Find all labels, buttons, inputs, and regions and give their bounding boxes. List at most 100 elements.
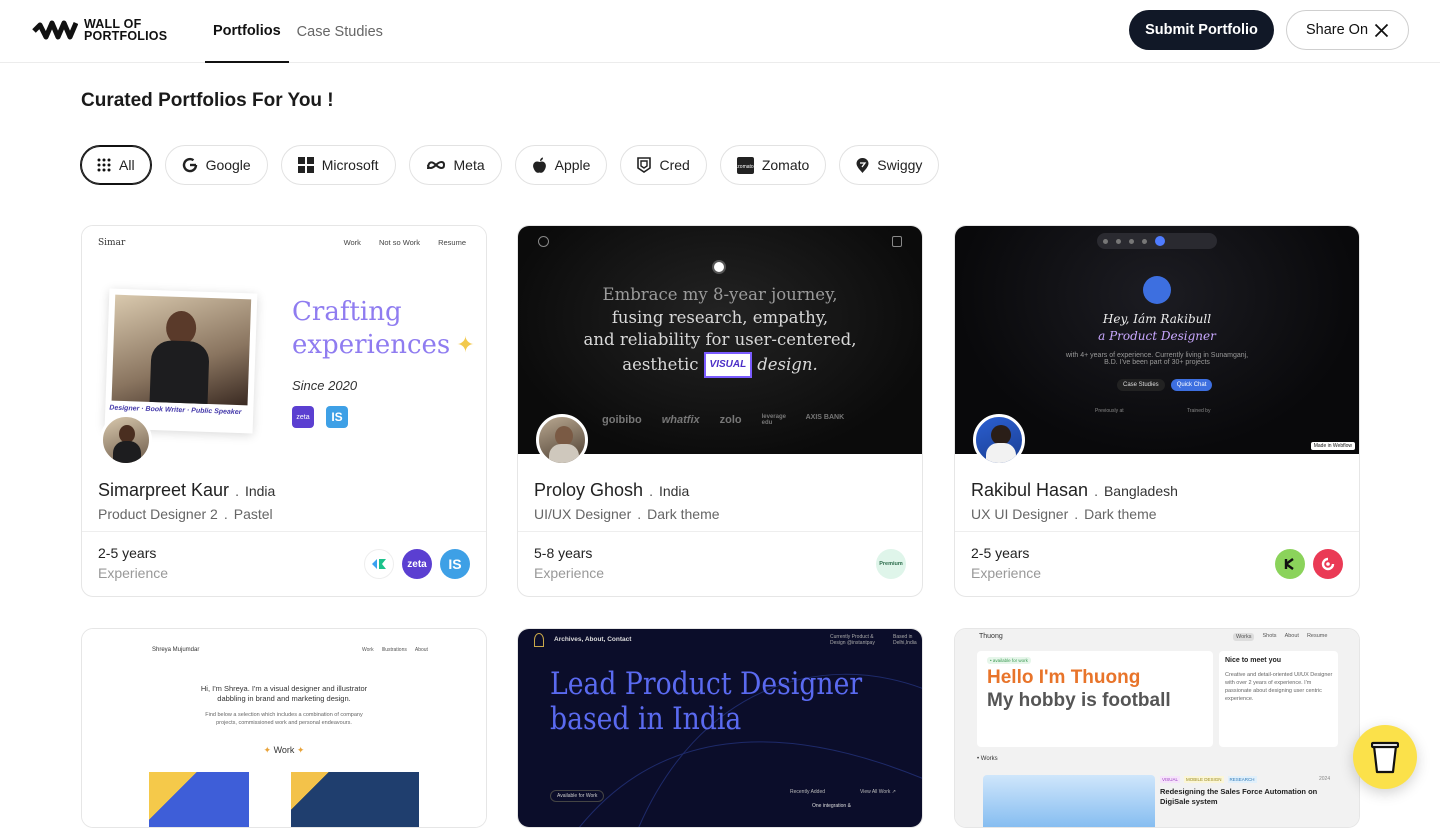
portfolio-card[interactable]: Thuong Works Shots About Resume • availa… bbox=[954, 628, 1360, 828]
client-logo: leverage edu bbox=[761, 414, 786, 426]
avatar bbox=[536, 414, 588, 466]
headline-line: Lead Product Designer bbox=[550, 666, 863, 702]
portfolio-card[interactable]: Shreya Mujumdar Work Illustrations About… bbox=[81, 628, 487, 828]
tab-case-studies[interactable]: Case Studies bbox=[289, 0, 391, 63]
share-on-x-button[interactable]: Share On bbox=[1286, 10, 1409, 50]
available-badge: • available for work bbox=[987, 657, 1031, 664]
portfolio-preview[interactable]: Shreya Mujumdar Work Illustrations About… bbox=[82, 629, 486, 827]
cursor-dot-icon bbox=[714, 262, 724, 272]
card-info: Simarpreet Kaur. India Product Designer 2… bbox=[82, 454, 486, 532]
preview-nav-item: Work bbox=[343, 238, 361, 247]
company-badges bbox=[1275, 549, 1343, 579]
filter-chip-google[interactable]: Google bbox=[164, 145, 268, 185]
experience-value: 5-8 years bbox=[534, 545, 593, 561]
x-logo-icon bbox=[1374, 23, 1389, 37]
preview-toolbar bbox=[1097, 233, 1217, 249]
card-footer: 5-8 years Experience Premium bbox=[518, 532, 922, 596]
designer-name[interactable]: Simarpreet Kaur bbox=[98, 480, 229, 501]
separator-dot: . bbox=[223, 506, 228, 522]
preview-brand: Simar bbox=[98, 238, 126, 248]
google-icon bbox=[182, 157, 197, 173]
headline-line: Crafting bbox=[292, 297, 402, 327]
company-badges: zeta IS bbox=[364, 549, 470, 579]
works-label: • Works bbox=[977, 756, 998, 762]
preview-nav: Work Not so Work Resume bbox=[344, 238, 466, 247]
client-logo: AXIS BANK bbox=[805, 414, 845, 421]
separator-dot: . bbox=[235, 483, 239, 499]
page-title: Curated Portfolios For You ! bbox=[81, 90, 334, 111]
filter-label: Meta bbox=[453, 157, 485, 173]
headline-word: design. bbox=[757, 354, 818, 374]
filter-chip-apple[interactable]: Apple bbox=[514, 145, 608, 185]
designer-name[interactable]: Proloy Ghosh bbox=[534, 480, 643, 501]
filter-chip-cred[interactable]: Cred bbox=[620, 145, 707, 185]
buy-me-a-coffee-button[interactable] bbox=[1353, 725, 1417, 789]
portfolio-preview[interactable]: Thuong Works Shots About Resume • availa… bbox=[955, 629, 1359, 827]
preview-nav: Work Illustrations About bbox=[362, 647, 428, 653]
portfolio-card[interactable]: Archives, About, Contact Currently Produ… bbox=[517, 628, 923, 828]
intro-text: Creative and detail-oriented UI/UX Desig… bbox=[1225, 672, 1333, 702]
preview-nav-item: About bbox=[1284, 633, 1299, 639]
designer-role: Product Designer 2 bbox=[98, 506, 218, 522]
preview-nav: Works Shots About Resume bbox=[1233, 633, 1327, 641]
work-thumbnail[interactable] bbox=[983, 775, 1155, 827]
intro-line: Hi, I'm Shreya. I'm a visual designer an… bbox=[200, 684, 368, 693]
preview-headline: Embrace my 8-year journey, fusing resear… bbox=[518, 284, 922, 378]
client-logos: goibibo whatfix zolo leverage edu AXIS B… bbox=[602, 414, 844, 426]
card-info: Rakibul Hasan. Bangladesh UX UI Designer.… bbox=[955, 454, 1359, 532]
designer-role: UX UI Designer bbox=[971, 506, 1069, 522]
client-logo: zolo bbox=[719, 414, 742, 426]
intro-heading: Nice to meet you bbox=[1225, 657, 1282, 664]
work-title: Redesigning the Sales Force Automation o… bbox=[1160, 787, 1318, 806]
preview-nav-item: Resume bbox=[438, 238, 466, 247]
logo[interactable]: WALL OF PORTFOLIOS bbox=[32, 17, 167, 43]
designer-name[interactable]: Rakibul Hasan bbox=[971, 480, 1088, 501]
main-nav: Portfolios Case Studies bbox=[205, 0, 391, 63]
tab-portfolios[interactable]: Portfolios bbox=[205, 0, 289, 63]
preview-nav-item: Work bbox=[362, 647, 374, 653]
card-footer: 2-5 years Experience bbox=[955, 532, 1359, 596]
filter-label: All bbox=[119, 157, 135, 173]
designer-country: India bbox=[658, 483, 690, 499]
work-year: 2024 bbox=[1319, 776, 1331, 782]
top-header: WALL OF PORTFOLIOS Portfolios Case Studi… bbox=[0, 0, 1440, 63]
work-tags: VISUAL MOBILE DESIGN RESEARCH bbox=[1160, 776, 1257, 783]
preview-brand: Shreya Mujumdar bbox=[152, 647, 200, 653]
filter-chip-meta[interactable]: Meta bbox=[408, 145, 502, 185]
preview-logos: zeta IS bbox=[292, 406, 348, 428]
portfolio-card[interactable]: Embrace my 8-year journey, fusing resear… bbox=[517, 225, 923, 597]
preview-nav-item: Not so Work bbox=[378, 238, 421, 247]
portfolio-card[interactable]: Simar Work Not so Work Resume Designer ·… bbox=[81, 225, 487, 597]
svg-text:zomato: zomato bbox=[737, 164, 754, 170]
preview-intro: Hi, I'm Shreya. I'm a visual designer an… bbox=[82, 684, 486, 704]
portfolio-card[interactable]: Hey, Iám Rakibull a Product Designer wit… bbox=[954, 225, 1360, 597]
portfolio-style: Dark theme bbox=[647, 506, 720, 522]
work-thumbnail[interactable] bbox=[149, 772, 249, 827]
company-badge-icon bbox=[1275, 549, 1305, 579]
preview-brand: Thuong bbox=[979, 633, 1003, 640]
company-badges: Premium bbox=[876, 549, 906, 579]
filter-chip-all[interactable]: All bbox=[80, 145, 152, 185]
view-all-link[interactable]: View All Work ↗ bbox=[860, 789, 896, 795]
work-thumbnail[interactable] bbox=[291, 772, 419, 827]
description-line: Find below a selection which includes a … bbox=[205, 712, 363, 718]
meta-icon bbox=[426, 161, 445, 170]
preview-headline: Crafting experiences ✦ bbox=[292, 296, 475, 362]
filter-chip-swiggy[interactable]: Swiggy bbox=[839, 145, 940, 185]
intro-panel: Nice to meet you Creative and detail-ori… bbox=[1219, 651, 1338, 747]
description-line: projects, commissioned work and personal… bbox=[216, 720, 352, 726]
work-tag: VISUAL bbox=[1160, 776, 1181, 783]
subtitle-line: B.D. I've been part of 30+ projects bbox=[1104, 359, 1210, 366]
filter-chip-zomato[interactable]: zomato Zomato bbox=[719, 145, 827, 185]
separator-dot: . bbox=[1074, 506, 1079, 522]
filter-chip-microsoft[interactable]: Microsoft bbox=[280, 145, 396, 185]
work-label: Work bbox=[273, 745, 295, 755]
resume-icon bbox=[892, 236, 902, 247]
submit-portfolio-button[interactable]: Submit Portfolio bbox=[1129, 10, 1274, 50]
preview-headline: Lead Product Designer based in India bbox=[550, 667, 862, 737]
headline-line: Embrace my 8-year journey, bbox=[602, 285, 838, 304]
share-label: Share On bbox=[1305, 22, 1369, 38]
avatar bbox=[100, 414, 152, 466]
hero-panel: • available for work Hello I'm Thuong My… bbox=[977, 651, 1213, 747]
portfolio-preview[interactable]: Archives, About, Contact Currently Produ… bbox=[518, 629, 922, 827]
